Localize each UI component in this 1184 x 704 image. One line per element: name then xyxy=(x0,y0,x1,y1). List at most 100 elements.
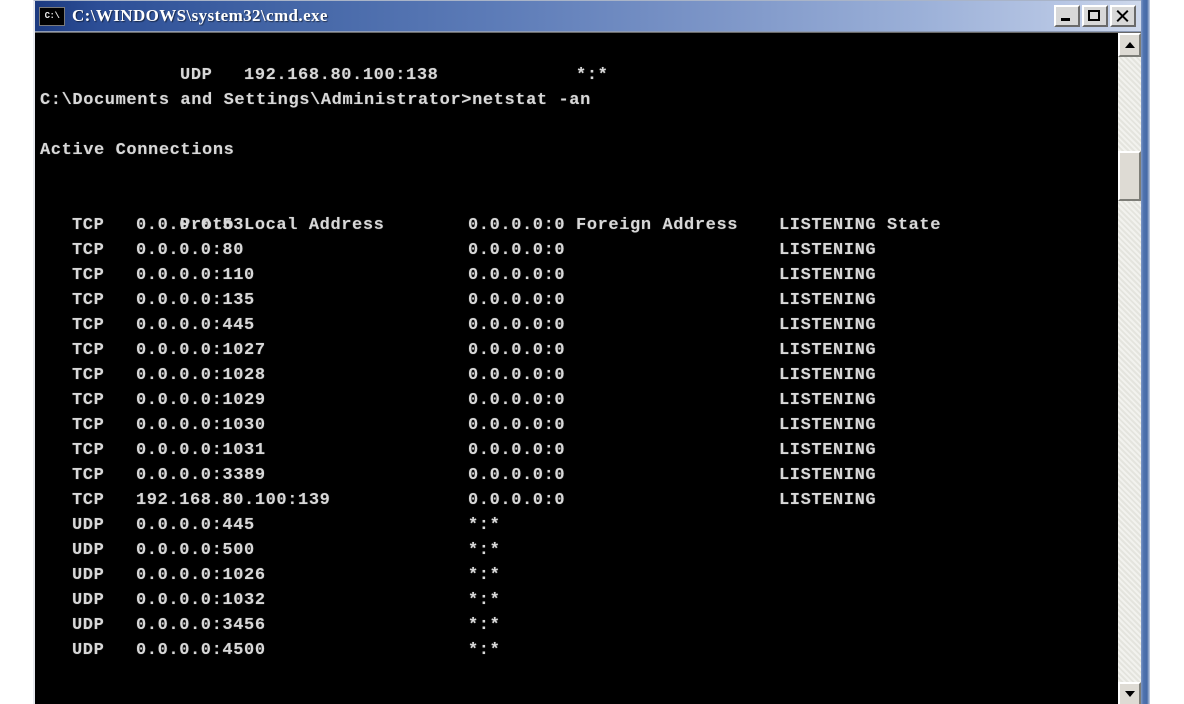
cell-foreign-address: 0.0.0.0:0 xyxy=(468,416,566,435)
cell-proto: UDP xyxy=(72,566,105,585)
cell-local-address: 0.0.0.0:1026 xyxy=(136,566,266,585)
table-header-row: Proto Local Address Foreign Address State xyxy=(35,188,1117,235)
connection-row: TCP 0.0.0.0:110 0.0.0.0:0 LISTENING xyxy=(35,263,1117,288)
cell-state: LISTENING xyxy=(779,241,877,260)
cell-state: LISTENING xyxy=(779,416,877,435)
connection-row: TCP 0.0.0.0:3389 0.0.0.0:0 LISTENING xyxy=(35,463,1117,488)
window-title: C:\WINDOWS\system32\cmd.exe xyxy=(72,6,328,25)
title-bar[interactable]: C:\ C:\WINDOWS\system32\cmd.exe xyxy=(35,1,1141,32)
cell-state: LISTENING xyxy=(779,366,877,385)
scroll-up-button[interactable] xyxy=(1118,33,1141,57)
cell-proto: UDP xyxy=(180,66,213,85)
chevron-up-icon xyxy=(1124,42,1135,48)
connection-row: TCP 0.0.0.0:1028 0.0.0.0:0 LISTENING xyxy=(35,363,1117,388)
cell-foreign-address: *:* xyxy=(576,66,609,85)
connection-row: TCP 0.0.0.0:1030 0.0.0.0:0 LISTENING xyxy=(35,413,1117,438)
page-right-edge-strip xyxy=(1140,0,1150,704)
connection-row: TCP 0.0.0.0:135 0.0.0.0:0 LISTENING xyxy=(35,288,1117,313)
cell-foreign-address: 0.0.0.0:0 xyxy=(468,366,566,385)
cmd-console-icon: C:\ xyxy=(39,6,65,26)
cell-local-address: 192.168.80.100:138 xyxy=(244,66,439,85)
connection-row: TCP 0.0.0.0:1031 0.0.0.0:0 LISTENING xyxy=(35,438,1117,463)
cell-local-address: 0.0.0.0:445 xyxy=(136,316,255,335)
active-connections-heading: Active Connections xyxy=(40,141,235,160)
vertical-scrollbar[interactable] xyxy=(1117,33,1141,704)
connection-row: UDP 0.0.0.0:4500 *:* xyxy=(35,638,1117,663)
minimize-button[interactable] xyxy=(1054,5,1080,27)
cell-proto: TCP xyxy=(72,491,105,510)
cell-proto: UDP xyxy=(72,641,105,660)
connection-row: TCP 192.168.80.100:139 0.0.0.0:0 LISTENING xyxy=(35,488,1117,513)
cell-local-address: 0.0.0.0:1027 xyxy=(136,341,266,360)
cell-foreign-address: 0.0.0.0:0 xyxy=(468,241,566,260)
cell-proto: TCP xyxy=(72,441,105,460)
cell-local-address: 0.0.0.0:3389 xyxy=(136,466,266,485)
connection-row: UDP 0.0.0.0:1026 *:* xyxy=(35,563,1117,588)
connection-row: TCP 0.0.0.0:80 0.0.0.0:0 LISTENING xyxy=(35,238,1117,263)
cell-state: LISTENING xyxy=(779,266,877,285)
cell-local-address: 0.0.0.0:1029 xyxy=(136,391,266,410)
cell-local-address: 0.0.0.0:1031 xyxy=(136,441,266,460)
vertical-scroll-thumb[interactable] xyxy=(1118,151,1141,201)
cell-state: LISTENING xyxy=(779,491,877,510)
cell-proto: TCP xyxy=(72,216,105,235)
cell-proto: TCP xyxy=(72,366,105,385)
window-client-area: UDP 192.168.80.100:138 *:* C:\Documents an… xyxy=(35,32,1141,704)
cell-proto: TCP xyxy=(72,391,105,410)
cell-foreign-address: *:* xyxy=(468,566,501,585)
cell-foreign-address: *:* xyxy=(468,616,501,635)
header-state: State xyxy=(887,216,942,235)
cell-local-address: 0.0.0.0:110 xyxy=(136,266,255,285)
cell-foreign-address: 0.0.0.0:0 xyxy=(468,491,566,510)
cell-state: LISTENING xyxy=(779,316,877,335)
cell-state: LISTENING xyxy=(779,291,877,310)
connection-row: UDP 0.0.0.0:500 *:* xyxy=(35,538,1117,563)
window-controls xyxy=(1054,5,1139,27)
cell-foreign-address: 0.0.0.0:0 xyxy=(468,466,566,485)
cell-proto: TCP xyxy=(72,466,105,485)
page-root: C:\ C:\WINDOWS\system32\cmd.exe UDP 192.… xyxy=(0,0,1184,704)
chevron-down-icon xyxy=(1124,691,1135,697)
cell-state: LISTENING xyxy=(779,341,877,360)
cmd-window: C:\ C:\WINDOWS\system32\cmd.exe UDP 192.… xyxy=(33,0,1141,704)
minimize-icon xyxy=(1061,18,1070,21)
cell-foreign-address: 0.0.0.0:0 xyxy=(468,341,566,360)
cell-proto: TCP xyxy=(72,291,105,310)
cell-foreign-address: 0.0.0.0:0 xyxy=(468,291,566,310)
cell-proto: UDP xyxy=(72,616,105,635)
cell-foreign-address: *:* xyxy=(468,516,501,535)
connection-row: UDP 0.0.0.0:445 *:* xyxy=(35,513,1117,538)
cell-proto: UDP xyxy=(72,591,105,610)
cell-foreign-address: 0.0.0.0:0 xyxy=(468,266,566,285)
cell-proto: TCP xyxy=(72,341,105,360)
command-prompt-line: C:\Documents and Settings\Administrator>… xyxy=(40,91,591,110)
connection-row: UDP 0.0.0.0:1032 *:* xyxy=(35,588,1117,613)
maximize-button[interactable] xyxy=(1082,5,1108,27)
scroll-down-button[interactable] xyxy=(1118,682,1141,704)
cell-local-address: 0.0.0.0:1028 xyxy=(136,366,266,385)
cell-local-address: 0.0.0.0:53 xyxy=(136,216,245,235)
connection-row: TCP 0.0.0.0:53 0.0.0.0:0 LISTENING xyxy=(35,213,1117,238)
cell-foreign-address: 0.0.0.0:0 xyxy=(468,216,566,235)
cell-proto: TCP xyxy=(72,416,105,435)
cell-proto: UDP xyxy=(72,516,105,535)
cell-state: LISTENING xyxy=(779,441,877,460)
connection-row: TCP 0.0.0.0:1029 0.0.0.0:0 LISTENING xyxy=(35,388,1117,413)
cell-local-address: 192.168.80.100:139 xyxy=(136,491,331,510)
cell-proto: TCP xyxy=(72,266,105,285)
console-output[interactable]: UDP 192.168.80.100:138 *:* C:\Documents an… xyxy=(35,33,1117,704)
cell-local-address: 0.0.0.0:1032 xyxy=(136,591,266,610)
cell-proto: UDP xyxy=(72,541,105,560)
cell-foreign-address: 0.0.0.0:0 xyxy=(468,441,566,460)
cell-foreign-address: *:* xyxy=(468,641,501,660)
cell-local-address: 0.0.0.0:500 xyxy=(136,541,255,560)
cell-local-address: 0.0.0.0:4500 xyxy=(136,641,266,660)
cell-proto: TCP xyxy=(72,241,105,260)
cell-proto: TCP xyxy=(72,316,105,335)
cell-foreign-address: 0.0.0.0:0 xyxy=(468,391,566,410)
connection-row: TCP 0.0.0.0:1027 0.0.0.0:0 LISTENING xyxy=(35,338,1117,363)
close-button[interactable] xyxy=(1110,5,1136,27)
cell-local-address: 0.0.0.0:80 xyxy=(136,241,245,260)
